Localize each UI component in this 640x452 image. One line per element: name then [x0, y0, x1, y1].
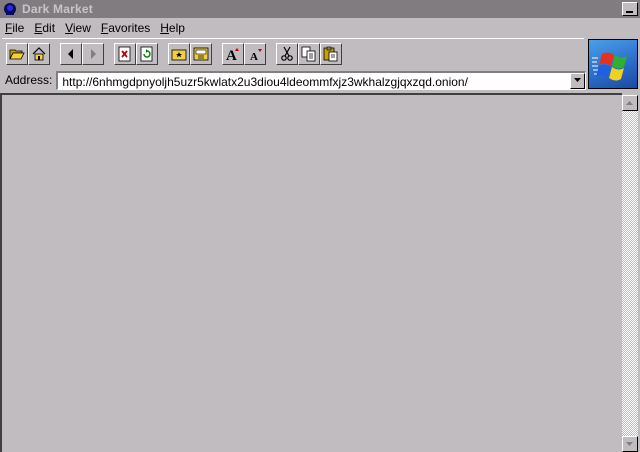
arrow-up-icon: [626, 100, 633, 105]
stop-icon: [118, 46, 131, 61]
address-value[interactable]: http://6nhmgdpnyoljh5uzr5kwlatx2u3diou4l…: [62, 75, 468, 89]
window-title: Dark Market: [22, 2, 93, 16]
home-icon: [32, 46, 46, 60]
cut-button[interactable]: [276, 42, 298, 65]
arrow-down-icon: [626, 441, 633, 446]
forward-icon: [91, 48, 96, 59]
svg-text:A: A: [226, 48, 237, 62]
copy-button[interactable]: [298, 42, 320, 65]
scroll-up-button[interactable]: [622, 95, 638, 111]
scroll-down-button[interactable]: [622, 436, 638, 452]
toolbar: A A: [2, 38, 584, 68]
menu-favorites[interactable]: Favorites: [96, 21, 155, 35]
svg-text:A: A: [250, 51, 258, 62]
title-bar[interactable]: Dark Market: [0, 0, 640, 18]
chevron-down-icon: [573, 78, 581, 82]
history-button[interactable]: [190, 42, 212, 65]
history-icon: [193, 47, 209, 60]
address-dropdown-button[interactable]: [570, 72, 585, 89]
address-label: Address:: [5, 73, 53, 87]
browser-window: Dark Market File Edit View Favorites Hel…: [0, 0, 640, 452]
refresh-icon: [140, 46, 153, 61]
page-content-area[interactable]: [0, 93, 622, 452]
back-icon: [68, 48, 73, 59]
open-folder-icon: [9, 49, 25, 59]
vertical-scrollbar[interactable]: [622, 95, 638, 452]
menu-view[interactable]: View: [60, 21, 96, 35]
paste-button[interactable]: [320, 42, 342, 65]
paste-icon: [323, 46, 338, 61]
favorites-icon: [171, 49, 187, 60]
back-button[interactable]: [60, 42, 82, 65]
forward-button[interactable]: [82, 42, 104, 65]
menu-edit[interactable]: Edit: [29, 21, 60, 35]
minimize-icon: [626, 11, 633, 13]
copy-icon: [301, 46, 316, 61]
font-smaller-icon: A: [250, 48, 262, 62]
minimize-button[interactable]: [622, 2, 638, 16]
address-bar: Address: http://6nhmgdpnyoljh5uzr5kwlatx…: [0, 68, 586, 92]
font-smaller-button[interactable]: A: [244, 42, 266, 65]
font-larger-icon: A: [226, 47, 239, 62]
address-input[interactable]: http://6nhmgdpnyoljh5uzr5kwlatx2u3diou4l…: [56, 70, 586, 90]
open-button[interactable]: [6, 42, 28, 65]
home-button[interactable]: [28, 42, 50, 65]
windows-logo: [588, 39, 638, 89]
menu-file[interactable]: File: [0, 21, 29, 35]
windows-flag-icon: [592, 52, 627, 81]
menu-bar: File Edit View Favorites Help: [0, 18, 584, 38]
stop-button[interactable]: [114, 42, 136, 65]
font-larger-button[interactable]: A: [222, 42, 244, 65]
cut-icon: [281, 46, 293, 61]
app-icon[interactable]: [2, 1, 18, 17]
menu-help[interactable]: Help: [155, 21, 190, 35]
favorites-button[interactable]: [168, 42, 190, 65]
refresh-button[interactable]: [136, 42, 158, 65]
